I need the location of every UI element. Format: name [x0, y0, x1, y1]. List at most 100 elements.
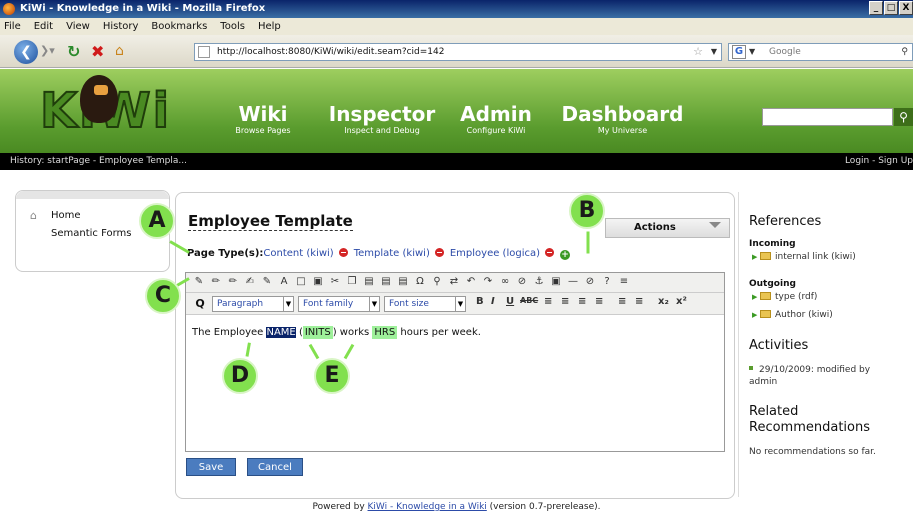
- align-left-icon[interactable]: ≡: [544, 296, 552, 307]
- paste-text-icon[interactable]: ▤: [379, 275, 393, 289]
- horizontal-rule-icon[interactable]: —: [566, 275, 580, 289]
- font-size-select[interactable]: Font size ▼: [384, 296, 466, 312]
- expand-icon[interactable]: ▶: [752, 253, 758, 261]
- align-center-icon[interactable]: ≡: [561, 296, 569, 307]
- page-type-employee[interactable]: Employee (logica): [450, 248, 540, 259]
- image-icon[interactable]: ▣: [549, 275, 563, 289]
- editor-content[interactable]: The Employee NAME (INITS) works HRS hour…: [192, 326, 481, 339]
- remove-type-content-icon[interactable]: [338, 248, 348, 257]
- site-search-button[interactable]: ⚲: [894, 108, 913, 126]
- marker-icon[interactable]: ✍: [243, 275, 257, 289]
- expand-icon[interactable]: ▶: [752, 311, 758, 319]
- search-icon[interactable]: ⚲: [901, 44, 908, 60]
- history-breadcrumb[interactable]: History: startPage - Employee Templa...: [10, 156, 187, 166]
- outgoing-item-type[interactable]: ▶ type (rdf): [752, 292, 817, 302]
- font-family-select[interactable]: Font family ▼: [298, 296, 380, 312]
- outgoing-item-author[interactable]: ▶ Author (kiwi): [752, 310, 833, 320]
- menu-history[interactable]: History: [103, 18, 139, 35]
- leftnav-semantic-forms-label: Semantic Forms: [51, 228, 132, 239]
- back-button[interactable]: ❮: [14, 40, 38, 64]
- add-type-icon[interactable]: +: [560, 250, 570, 260]
- browser-search-box[interactable]: G ▼ Google ⚲: [728, 43, 913, 61]
- find-icon[interactable]: ⚲: [430, 275, 444, 289]
- remove-type-template-icon[interactable]: [434, 248, 444, 257]
- paste-word-icon[interactable]: ▤: [396, 275, 410, 289]
- brush-icon[interactable]: ✏: [209, 275, 223, 289]
- paste-icon[interactable]: ▤: [362, 275, 376, 289]
- menu-edit[interactable]: Edit: [34, 18, 53, 35]
- url-dropdown-icon[interactable]: ▼: [711, 44, 717, 60]
- google-icon[interactable]: G: [732, 45, 746, 59]
- url-bar[interactable]: http://localhost:8080/KiWi/wiki/edit.sea…: [194, 43, 722, 61]
- html-icon[interactable]: ≡: [617, 275, 631, 289]
- redo-icon[interactable]: ↷: [481, 275, 495, 289]
- copy-icon[interactable]: ❐: [345, 275, 359, 289]
- superscript-icon[interactable]: x²: [676, 296, 687, 307]
- page-type-content[interactable]: Content (kiwi): [263, 248, 333, 259]
- nav-wiki[interactable]: Wiki Browse Pages: [228, 102, 298, 136]
- cut-icon[interactable]: ✂: [328, 275, 342, 289]
- incoming-item[interactable]: ▶ internal link (kiwi): [752, 252, 856, 262]
- nav-dashboard[interactable]: Dashboard My Universe: [560, 102, 685, 136]
- remove-type-employee-icon[interactable]: [545, 248, 554, 257]
- stop-icon[interactable]: ✖: [91, 42, 104, 61]
- bullet-list-icon[interactable]: ≡: [618, 296, 626, 307]
- numbered-list-icon[interactable]: ≡: [635, 296, 643, 307]
- pen-icon[interactable]: ✎: [260, 275, 274, 289]
- anchor-tool-icon[interactable]: ✎: [192, 275, 206, 289]
- kiwi-logo[interactable]: KiWi: [39, 75, 200, 149]
- actions-dropdown[interactable]: Actions: [605, 218, 730, 238]
- link-icon[interactable]: ∞: [498, 275, 512, 289]
- unlink-icon[interactable]: ⊘: [515, 275, 529, 289]
- replace-icon[interactable]: ⇄: [447, 275, 461, 289]
- reload-icon[interactable]: ↻: [67, 42, 80, 61]
- anchor-icon[interactable]: ⚓: [532, 275, 546, 289]
- actions-dropdown-arrow-icon: [709, 222, 721, 228]
- query-icon[interactable]: Q: [192, 296, 208, 312]
- undo-icon[interactable]: ↶: [464, 275, 478, 289]
- bold-icon[interactable]: B: [476, 296, 484, 307]
- login-signup-link[interactable]: Login - Sign Up: [845, 153, 913, 170]
- page-title[interactable]: Employee Template: [188, 212, 353, 231]
- site-search-input[interactable]: [762, 108, 893, 126]
- align-justify-icon[interactable]: ≡: [595, 296, 603, 307]
- footer-kiwi-link[interactable]: KiWi - Knowledge in a Wiki: [368, 502, 487, 512]
- wysiwyg-editor: ✎ ✏ ✏ ✍ ✎ A □ ▣ ✂ ❐ ▤ ▤ ▤ Ω ⚲ ⇄ ↶ ↷ ∞ ⊘ …: [185, 272, 725, 452]
- menu-tools[interactable]: Tools: [220, 18, 245, 35]
- bookmark-star-icon[interactable]: ☆: [693, 44, 703, 60]
- menu-view[interactable]: View: [66, 18, 90, 35]
- cancel-button[interactable]: Cancel: [247, 458, 303, 476]
- field-hrs-placeholder[interactable]: HRS: [372, 326, 398, 339]
- underline-icon[interactable]: U: [506, 296, 514, 307]
- minimize-button[interactable]: _: [869, 1, 883, 15]
- text-style-icon[interactable]: A: [277, 275, 291, 289]
- expand-icon[interactable]: ▶: [752, 293, 758, 301]
- nav-admin-sub: Configure KiWi: [466, 126, 526, 135]
- close-button[interactable]: X: [899, 1, 913, 15]
- new-doc-icon[interactable]: □: [294, 275, 308, 289]
- preview-icon[interactable]: ▣: [311, 275, 325, 289]
- save-button[interactable]: Save: [186, 458, 236, 476]
- italic-icon[interactable]: I: [491, 296, 495, 307]
- brush2-icon[interactable]: ✏: [226, 275, 240, 289]
- help-icon[interactable]: ?: [600, 275, 614, 289]
- align-right-icon[interactable]: ≡: [578, 296, 586, 307]
- nav-inspector[interactable]: Inspector Inspect and Debug: [322, 102, 442, 136]
- subscript-icon[interactable]: x₂: [658, 296, 669, 307]
- callout-b: B: [569, 193, 605, 229]
- forward-button[interactable]: ❯▾: [40, 44, 58, 60]
- menu-file[interactable]: File: [4, 18, 21, 35]
- menu-help[interactable]: Help: [258, 18, 281, 35]
- page-type-template[interactable]: Template (kiwi): [354, 248, 430, 259]
- strikethrough-icon[interactable]: ABC: [520, 296, 538, 305]
- search-engine-dropdown-icon[interactable]: ▼: [749, 44, 755, 60]
- menu-bookmarks[interactable]: Bookmarks: [151, 18, 207, 35]
- eraser-icon[interactable]: ⊘: [583, 275, 597, 289]
- paragraph-select[interactable]: Paragraph ▼: [212, 296, 294, 312]
- home-icon[interactable]: ⌂: [115, 43, 124, 59]
- field-name-placeholder[interactable]: NAME: [266, 327, 296, 338]
- maximize-button[interactable]: □: [884, 1, 898, 15]
- field-inits-placeholder[interactable]: INITS: [302, 326, 333, 339]
- special-char-icon[interactable]: Ω: [413, 275, 427, 289]
- nav-admin[interactable]: Admin Configure KiWi: [456, 102, 536, 136]
